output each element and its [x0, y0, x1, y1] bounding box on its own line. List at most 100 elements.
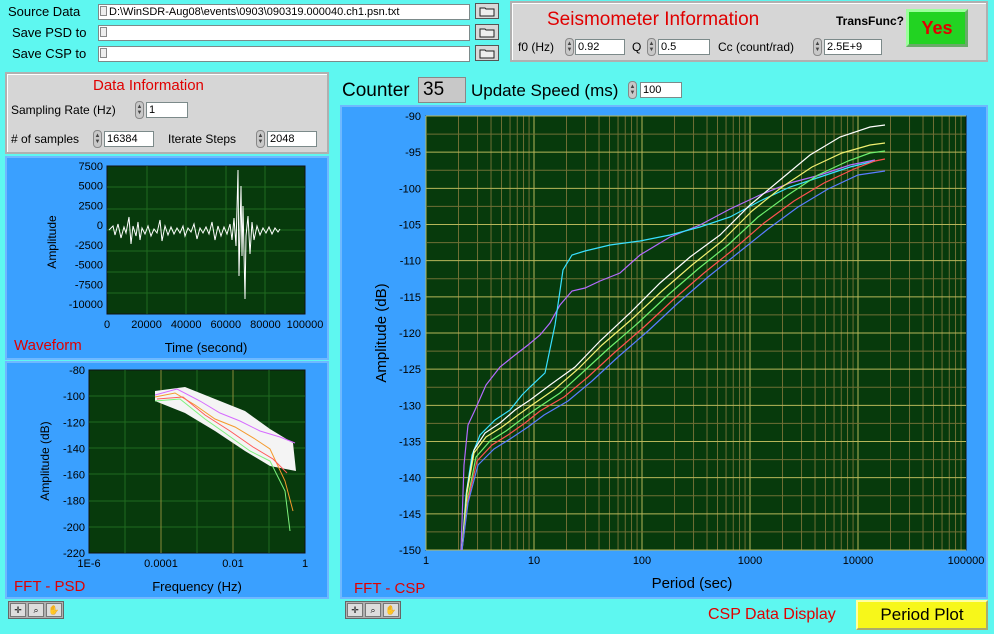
source-data-field[interactable]: D:\WinSDR-Aug08\events\0903\090319.00004… — [98, 4, 470, 20]
crosshair-icon[interactable]: ✛ — [10, 603, 26, 617]
psd-title: FFT - PSD — [14, 578, 86, 595]
iterate-steps-label: Iterate Steps — [168, 132, 237, 146]
csp-y-tick: -130 — [399, 400, 421, 412]
crosshair-icon[interactable]: ✛ — [347, 603, 363, 617]
path-icon — [100, 6, 107, 16]
waveform-title: Waveform — [14, 337, 82, 354]
cc-field[interactable]: 2.5E+9 — [824, 39, 882, 55]
csp-ylabel: Amplitude (dB) — [373, 283, 390, 382]
update-speed-field[interactable]: 100 — [640, 82, 682, 98]
sampling-rate-field[interactable]: 1 — [146, 102, 188, 118]
csp-y-tick: -135 — [399, 437, 421, 449]
csp-y-tick: -105 — [399, 220, 421, 232]
psd-browse-button[interactable] — [475, 24, 499, 40]
iterate-steps-spinner[interactable]: ▲ ▼ — [256, 130, 265, 148]
f0-spinner[interactable]: ▲ ▼ — [565, 38, 574, 56]
update-speed-spinner[interactable]: ▲ ▼ — [628, 81, 637, 99]
transfunc-yes-button[interactable]: Yes — [906, 9, 968, 47]
sampling-rate-spinner[interactable]: ▲ ▼ — [135, 101, 144, 119]
sampling-rate-label: Sampling Rate (Hz) — [11, 103, 116, 117]
csp-x-tick: 100000 — [948, 555, 985, 567]
folder-icon — [479, 49, 495, 58]
csp-y-tick: -125 — [399, 364, 421, 376]
f0-field[interactable]: 0.92 — [575, 39, 625, 55]
waveform-y-tick: 5000 — [79, 181, 103, 193]
data-info-title: Data Information — [93, 77, 204, 94]
cc-label: Cc (count/rad) — [718, 40, 795, 54]
csp-x-tick: 100 — [633, 555, 651, 567]
q-spinner[interactable]: ▲ ▼ — [647, 38, 656, 56]
csp-xlabel: Period (sec) — [652, 575, 733, 592]
save-psd-field[interactable] — [98, 25, 470, 41]
csp-y-tick: -90 — [405, 111, 421, 123]
psd-y-tick: -100 — [63, 391, 85, 403]
update-speed-label: Update Speed (ms) — [471, 81, 619, 100]
csp-display-label: CSP Data Display — [708, 606, 836, 623]
csp-x-tick: 1 — [423, 555, 429, 567]
psd-y-tick: -160 — [63, 470, 85, 482]
waveform-x-tick: 80000 — [250, 319, 281, 331]
psd-chart: FFT - PSD Frequency (Hz) Amplitude (dB) … — [14, 365, 308, 595]
psd-x-tick: 0.01 — [222, 558, 243, 570]
save-psd-label: Save PSD to — [12, 25, 87, 40]
waveform-y-tick: -5000 — [75, 260, 103, 272]
folder-icon — [479, 7, 495, 16]
data-info-panel: Data Information Sampling Rate (Hz) ▲ ▼ 1… — [5, 72, 329, 154]
num-samples-spinner[interactable]: ▲ ▼ — [93, 130, 102, 148]
q-label: Q — [632, 40, 642, 54]
q-field[interactable]: 0.5 — [658, 39, 710, 55]
psd-y-tick: -80 — [69, 365, 85, 377]
hand-icon[interactable]: ✋ — [46, 603, 62, 617]
waveform-y-tick: 0 — [97, 220, 103, 232]
csp-tool-palette: ✛ ⌕ ✋ — [345, 601, 401, 619]
iterate-steps-field[interactable]: 2048 — [267, 131, 317, 147]
csp-x-tick: 10000 — [843, 555, 874, 567]
seismometer-panel: Seismometer Information TransFunc? Yes f… — [510, 1, 988, 62]
path-icon — [100, 48, 107, 58]
waveform-y-tick: 7500 — [79, 161, 103, 173]
waveform-xlabel: Time (second) — [165, 340, 248, 355]
csp-y-tick: -100 — [399, 183, 421, 195]
counter-label: Counter — [342, 80, 410, 101]
waveform-y-tick: -10000 — [69, 299, 103, 311]
zoom-icon[interactable]: ⌕ — [28, 603, 44, 617]
folder-icon — [479, 28, 495, 37]
hand-icon[interactable]: ✋ — [383, 603, 399, 617]
waveform-y-tick: -2500 — [75, 240, 103, 252]
num-samples-field[interactable]: 16384 — [104, 131, 154, 147]
csp-x-tick: 1000 — [738, 555, 762, 567]
psd-xlabel: Frequency (Hz) — [152, 579, 242, 594]
csp-y-tick: -145 — [399, 509, 421, 521]
waveform-x-tick: 0 — [104, 319, 110, 331]
waveform-x-tick: 20000 — [131, 319, 162, 331]
source-data-label: Source Data — [8, 4, 81, 19]
waveform-x-tick: 100000 — [287, 319, 324, 331]
zoom-icon[interactable]: ⌕ — [365, 603, 381, 617]
csp-y-tick: -95 — [405, 147, 421, 159]
waveform-y-tick: -7500 — [75, 279, 103, 291]
waveform-ylabel: Amplitude — [45, 215, 59, 269]
psd-x-tick: 1 — [302, 558, 308, 570]
csp-y-tick: -140 — [399, 473, 421, 485]
counter-value: 35 — [418, 77, 466, 103]
waveform-x-tick: 40000 — [171, 319, 202, 331]
waveform-y-tick: 2500 — [79, 200, 103, 212]
num-samples-label: # of samples — [11, 132, 80, 146]
source-browse-button[interactable] — [475, 3, 499, 19]
psd-y-tick: -200 — [63, 522, 85, 534]
waveform-x-tick: 60000 — [211, 319, 242, 331]
psd-ylabel: Amplitude (dB) — [38, 421, 52, 500]
period-plot-button[interactable]: Period Plot — [856, 600, 988, 630]
csp-y-tick: -150 — [399, 545, 421, 557]
csp-y-tick: -115 — [400, 292, 421, 304]
psd-y-tick: -140 — [63, 443, 85, 455]
save-csp-field[interactable] — [98, 46, 470, 62]
psd-x-tick: 0.0001 — [144, 558, 178, 570]
path-icon — [100, 27, 107, 37]
psd-y-tick: -180 — [63, 496, 85, 508]
csp-browse-button[interactable] — [475, 45, 499, 61]
cc-spinner[interactable]: ▲ ▼ — [813, 38, 822, 56]
save-csp-label: Save CSP to — [12, 46, 87, 61]
f0-label: f0 (Hz) — [518, 40, 554, 54]
seismometer-title: Seismometer Information — [547, 9, 760, 30]
